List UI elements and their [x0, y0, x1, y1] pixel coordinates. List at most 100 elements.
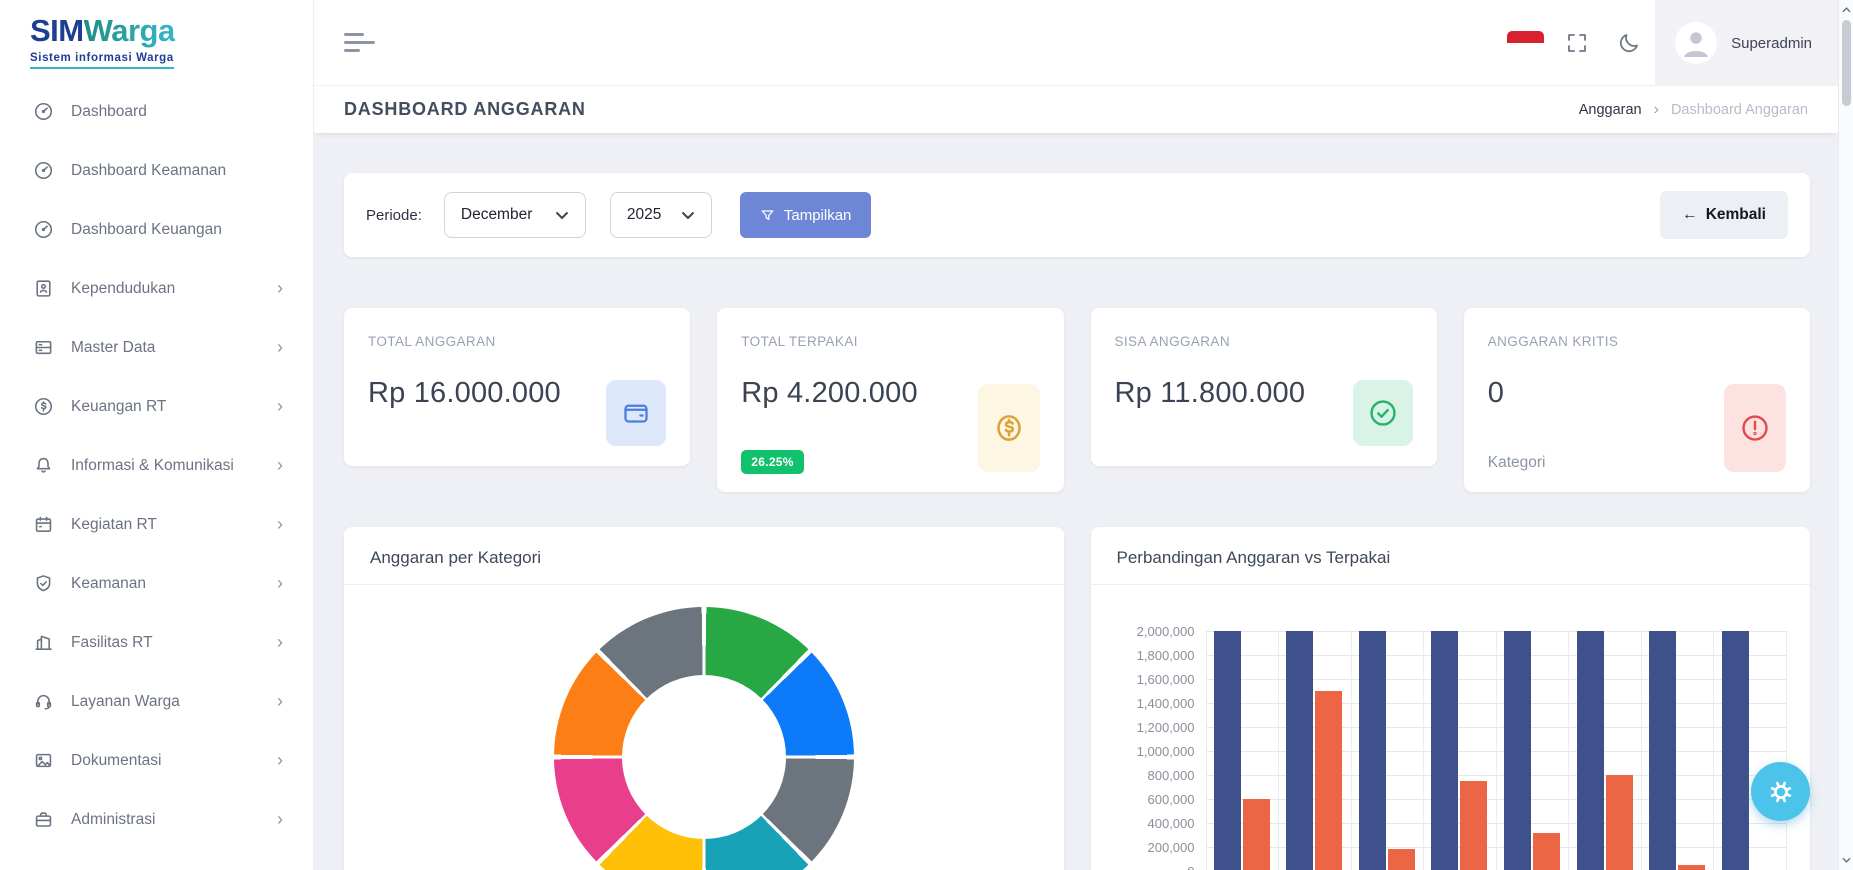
bar-anggaran [1431, 631, 1458, 870]
donut-chart-title: Anggaran per Kategori [344, 527, 1064, 585]
language-flag-button[interactable] [1499, 0, 1551, 86]
stat-card-sisa-anggaran: SISA ANGGARANRp 11.800.000 [1091, 308, 1437, 466]
year-select[interactable]: 2025 [610, 192, 712, 238]
bar-group [1713, 631, 1786, 870]
stat-label: ANGGARAN KRITIS [1488, 334, 1786, 349]
dollar-circle-icon [33, 396, 55, 418]
bar-terpakai [1606, 775, 1633, 870]
stat-label: TOTAL ANGGARAN [368, 334, 666, 349]
chevron-down-icon [681, 211, 695, 220]
bar-anggaran [1577, 631, 1604, 870]
dark-mode-moon-icon [1617, 31, 1641, 55]
topbar: Superadmin [314, 0, 1838, 86]
sidebar-item-master-data[interactable]: Master Data › [0, 323, 313, 372]
kembali-button-label: Kembali [1706, 206, 1766, 224]
bar-group [1423, 631, 1496, 870]
chevron-right-icon: › [277, 455, 283, 476]
sidebar-item-label: Dashboard [71, 103, 283, 121]
bar-terpakai [1243, 799, 1270, 870]
bar-anggaran [1649, 631, 1676, 870]
sidebar-item-layanan-warga[interactable]: Layanan Warga› [0, 677, 313, 726]
stat-label: TOTAL TERPAKAI [741, 334, 1039, 349]
gridline [1786, 631, 1787, 870]
back-arrow-icon: ← [1682, 206, 1698, 224]
chevron-right-icon: › [277, 278, 283, 299]
bar-group [1568, 631, 1641, 870]
gear-icon [1766, 777, 1796, 807]
bar-group [1278, 631, 1351, 870]
bar-group [1496, 631, 1569, 870]
sidebar-item-label: Keuangan RT [71, 398, 271, 416]
tampilkan-button[interactable]: Tampilkan [740, 192, 872, 238]
y-axis-tick-label: 1,000,000 [1107, 744, 1195, 759]
y-axis-tick-label: 2,000,000 [1107, 624, 1195, 639]
page-header: DASHBOARD ANGGARAN Anggaran › Dashboard … [314, 86, 1838, 133]
tampilkan-button-label: Tampilkan [784, 207, 852, 224]
y-axis-tick-label: 400,000 [1107, 816, 1195, 831]
database-icon [33, 337, 55, 359]
chevron-right-icon: › [277, 337, 283, 358]
chevron-down-icon [555, 211, 569, 220]
logo-subtitle: Sistem informasi Warga [30, 52, 174, 69]
check-circle-icon [1353, 380, 1413, 446]
sidebar-item-label: Informasi & Komunikasi [71, 457, 271, 475]
bar-terpakai [1315, 691, 1342, 870]
dollar-coin-icon [978, 384, 1040, 472]
page-scrollbar[interactable] [1838, 0, 1853, 870]
y-axis-tick-label: 1,800,000 [1107, 648, 1195, 663]
sidebar-item-administrasi[interactable]: Administrasi› [0, 795, 313, 844]
sidebar-item-keuangan-rt[interactable]: Keuangan RT› [0, 382, 313, 431]
app-logo[interactable]: SIMWarga Sistem informasi Warga [0, 0, 313, 69]
bar-anggaran [1286, 631, 1313, 870]
sidebar-item-dashboard-keuangan[interactable]: Dashboard Keuangan [0, 205, 313, 254]
y-axis-tick-label: 1,400,000 [1107, 696, 1195, 711]
settings-fab-button[interactable] [1751, 762, 1810, 821]
chevron-right-icon: › [277, 691, 283, 712]
user-avatar-icon [1675, 22, 1717, 64]
fullscreen-button[interactable] [1551, 0, 1603, 86]
kembali-button[interactable]: ← Kembali [1660, 191, 1788, 239]
sidebar-item-kegiatan-rt[interactable]: Kegiatan RT› [0, 500, 313, 549]
sidebar-item-dashboard-keamanan[interactable]: Dashboard Keamanan [0, 146, 313, 195]
bar-anggaran [1504, 631, 1531, 870]
sidebar-item-fasilitas-rt[interactable]: Fasilitas RT› [0, 618, 313, 667]
chevron-right-icon: › [277, 750, 283, 771]
stat-label: SISA ANGGARAN [1115, 334, 1413, 349]
headset-icon [33, 691, 55, 713]
briefcase-icon [33, 809, 55, 831]
id-card-icon [33, 278, 55, 300]
sidebar-item-label: Administrasi [71, 811, 271, 829]
scroll-up-arrow[interactable] [1839, 2, 1853, 18]
breadcrumb-parent-link[interactable]: Anggaran [1579, 102, 1642, 118]
y-axis-tick-label: 1,200,000 [1107, 720, 1195, 735]
scroll-down-arrow[interactable] [1839, 852, 1853, 868]
breadcrumb-current: Dashboard Anggaran [1671, 102, 1808, 118]
sidebar-item-label: Dashboard Keamanan [71, 162, 283, 180]
year-select-value: 2025 [627, 206, 661, 224]
sidebar-item-informasi-komunikasi[interactable]: Informasi & Komunikasi › [0, 441, 313, 490]
bar-chart-plot [1206, 631, 1787, 870]
stat-subtitle: Kategori [1488, 454, 1546, 472]
gauge-icon [33, 160, 55, 182]
sidebar-item-dokumentasi[interactable]: Dokumentasi› [0, 736, 313, 785]
sidebar-toggle-hamburger-icon[interactable] [344, 33, 378, 55]
user-menu[interactable]: Superadmin [1655, 0, 1838, 86]
stat-card-total-terpakai: TOTAL TERPAKAIRp 4.200.00026.25% [717, 308, 1063, 492]
bar-chart-card: Perbandingan Anggaran vs Terpakai 0200,0… [1091, 527, 1811, 870]
donut-hole [622, 675, 786, 839]
username-label: Superadmin [1731, 35, 1812, 52]
sidebar-item-dashboard[interactable]: Dashboard [0, 87, 313, 136]
sidebar-item-label: Master Data [71, 339, 271, 357]
scrollbar-thumb[interactable] [1842, 20, 1851, 106]
y-axis-tick-label: 1,600,000 [1107, 672, 1195, 687]
month-select[interactable]: December [444, 192, 586, 238]
sidebar-item-kependudukan[interactable]: Kependudukan› [0, 264, 313, 313]
gauge-icon [33, 101, 55, 123]
bar-terpakai [1533, 833, 1560, 870]
bar-terpakai [1460, 781, 1487, 870]
bar-chart-title: Perbandingan Anggaran vs Terpakai [1091, 527, 1811, 585]
bar-group [1206, 631, 1279, 870]
month-select-value: December [461, 206, 533, 224]
dark-mode-button[interactable] [1603, 0, 1655, 86]
sidebar-item-keamanan[interactable]: Keamanan› [0, 559, 313, 608]
